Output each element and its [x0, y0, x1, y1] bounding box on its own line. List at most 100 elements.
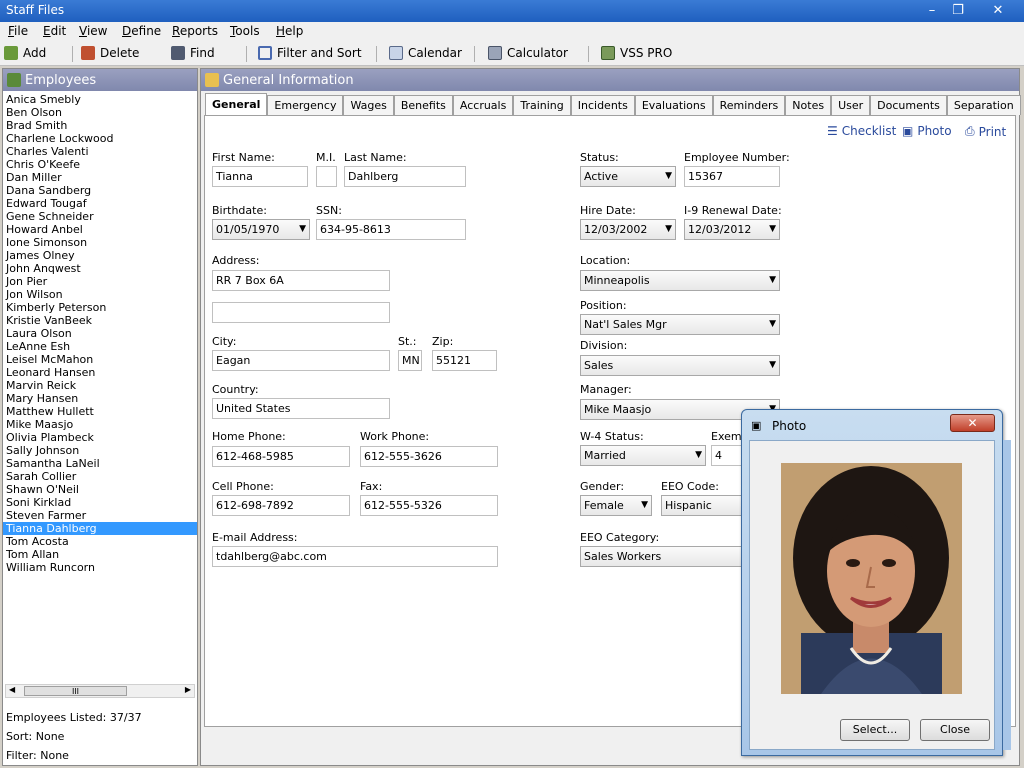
calendar-button[interactable]: Calendar [389, 46, 462, 60]
employee-list-item[interactable]: LeAnne Esh [3, 340, 197, 353]
address-line2-field[interactable] [212, 302, 390, 323]
employee-list-item[interactable]: Soni Kirklad [3, 496, 197, 509]
zip-field[interactable]: 55121 [432, 350, 497, 371]
cell-phone-field[interactable]: 612-698-7892 [212, 495, 350, 516]
photo-dialog-close-x[interactable]: ✕ [950, 414, 995, 432]
employee-list-item[interactable]: Brad Smith [3, 119, 197, 132]
employee-number-field[interactable]: 15367 [684, 166, 780, 187]
employee-list-item[interactable]: Laura Olson [3, 327, 197, 340]
employee-list-item[interactable]: Charlene Lockwood [3, 132, 197, 145]
employee-list-item[interactable]: Tianna Dahlberg [3, 522, 197, 535]
fax-field[interactable]: 612-555-5326 [360, 495, 498, 516]
employee-list-item[interactable]: Sarah Collier [3, 470, 197, 483]
scroll-left-icon[interactable]: ◀ [9, 685, 15, 694]
employee-list-item[interactable]: Tom Allan [3, 548, 197, 561]
scroll-thumb[interactable]: III [24, 686, 127, 696]
employee-list-item[interactable]: Shawn O'Neil [3, 483, 197, 496]
employee-list-item[interactable]: Kimberly Peterson [3, 301, 197, 314]
tab-training[interactable]: Training [513, 95, 571, 115]
tab-documents[interactable]: Documents [870, 95, 947, 115]
menu-reports[interactable]: Reports [172, 24, 218, 38]
employee-list-item[interactable]: Samantha LaNeil [3, 457, 197, 470]
employee-list-item[interactable]: Gene Schneider [3, 210, 197, 223]
state-field[interactable]: MN [398, 350, 422, 371]
employee-list-item[interactable]: Ben Olson [3, 106, 197, 119]
employee-list-item[interactable]: John Anqwest [3, 262, 197, 275]
city-field[interactable]: Eagan [212, 350, 390, 371]
tab-notes[interactable]: Notes [785, 95, 832, 115]
employee-list[interactable]: Anica Smebly Ben Olson Brad Smith Charlene … [3, 93, 197, 683]
tab-user[interactable]: User [831, 95, 871, 115]
tab-general[interactable]: General [205, 93, 268, 115]
employee-list-item[interactable]: Olivia Plambeck [3, 431, 197, 444]
horizontal-scrollbar[interactable]: ◀ III ▶ [5, 684, 195, 698]
employee-list-item[interactable]: Jon Wilson [3, 288, 197, 301]
find-button[interactable]: Find [171, 46, 215, 60]
employee-list-item[interactable]: Marvin Reick [3, 379, 197, 392]
tab-reminders[interactable]: Reminders [712, 95, 786, 115]
employee-list-item[interactable]: Tom Acosta [3, 535, 197, 548]
address-line1-field[interactable]: RR 7 Box 6A [212, 270, 390, 291]
employee-list-item[interactable]: Edward Tougaf [3, 197, 197, 210]
country-field[interactable]: United States [212, 398, 390, 419]
tab-accruals[interactable]: Accruals [452, 95, 514, 115]
tab-wages[interactable]: Wages [343, 95, 394, 115]
work-phone-field[interactable]: 612-555-3626 [360, 446, 498, 467]
employee-list-item[interactable]: Mary Hansen [3, 392, 197, 405]
tab-benefits[interactable]: Benefits [393, 95, 453, 115]
gender-dropdown[interactable]: Female ▼ [580, 495, 652, 516]
minimize-button[interactable]: – [920, 2, 944, 20]
menu-view[interactable]: View [79, 24, 107, 38]
email-field[interactable]: tdahlberg@abc.com [212, 546, 498, 567]
filter-sort-button[interactable]: Filter and Sort [258, 46, 362, 60]
home-phone-field[interactable]: 612-468-5985 [212, 446, 350, 467]
employee-list-item[interactable]: Howard Anbel [3, 223, 197, 236]
employee-list-item[interactable]: James Olney [3, 249, 197, 262]
menu-tools[interactable]: Tools [230, 24, 260, 38]
scroll-right-icon[interactable]: ▶ [185, 685, 191, 694]
menu-help[interactable]: Help [276, 24, 303, 38]
employee-list-item[interactable]: Kristie VanBeek [3, 314, 197, 327]
employee-list-item[interactable]: Dan Miller [3, 171, 197, 184]
photo-link[interactable]: ▣ Photo [902, 124, 952, 138]
employee-list-item[interactable]: Jon Pier [3, 275, 197, 288]
w4-status-dropdown[interactable]: Married ▼ [580, 445, 706, 466]
employee-list-item[interactable]: Matthew Hullett [3, 405, 197, 418]
employee-list-item[interactable]: Chris O'Keefe [3, 158, 197, 171]
hire-date-picker[interactable]: 12/03/2002 ▼ [580, 219, 676, 240]
tab-evaluations[interactable]: Evaluations [634, 95, 713, 115]
menu-define[interactable]: Define [122, 24, 161, 38]
mi-field[interactable] [316, 166, 337, 187]
calculator-button[interactable]: Calculator [488, 46, 568, 60]
last-name-field[interactable]: Dahlberg [344, 166, 466, 187]
employee-list-item[interactable]: Leonard Hansen [3, 366, 197, 379]
employee-list-item[interactable]: Anica Smebly [3, 93, 197, 106]
tab-emergency[interactable]: Emergency [267, 95, 344, 115]
close-dialog-button[interactable]: Close [920, 719, 990, 741]
location-dropdown[interactable]: Minneapolis ▼ [580, 270, 780, 291]
tab-separation[interactable]: Separation [946, 95, 1021, 115]
employee-list-item[interactable]: Mike Maasjo [3, 418, 197, 431]
i9-renewal-picker[interactable]: 12/03/2012 ▼ [684, 219, 780, 240]
division-dropdown[interactable]: Sales ▼ [580, 355, 780, 376]
employee-list-item[interactable]: Dana Sandberg [3, 184, 197, 197]
delete-button[interactable]: Delete [81, 46, 139, 60]
employee-list-item[interactable]: Steven Farmer [3, 509, 197, 522]
close-window-button[interactable]: ✕ [984, 2, 1012, 20]
employee-list-item[interactable]: Leisel McMahon [3, 353, 197, 366]
restore-button[interactable]: ❐ [946, 2, 970, 20]
first-name-field[interactable]: Tianna [212, 166, 308, 187]
vss-pro-button[interactable]: VSS PRO [601, 46, 672, 60]
tab-incidents[interactable]: Incidents [570, 95, 635, 115]
employee-list-item[interactable]: Ione Simonson [3, 236, 197, 249]
menu-edit[interactable]: Edit [43, 24, 66, 38]
menu-file[interactable]: File [8, 24, 28, 38]
employee-list-item[interactable]: Sally Johnson [3, 444, 197, 457]
checklist-link[interactable]: ☰ Checklist [827, 124, 896, 138]
add-button[interactable]: Add [4, 46, 46, 60]
position-dropdown[interactable]: Nat'l Sales Mgr ▼ [580, 314, 780, 335]
birthdate-picker[interactable]: 01/05/1970 ▼ [212, 219, 310, 240]
ssn-field[interactable]: 634-95-8613 [316, 219, 466, 240]
employee-list-item[interactable]: Charles Valenti [3, 145, 197, 158]
status-dropdown[interactable]: Active ▼ [580, 166, 676, 187]
